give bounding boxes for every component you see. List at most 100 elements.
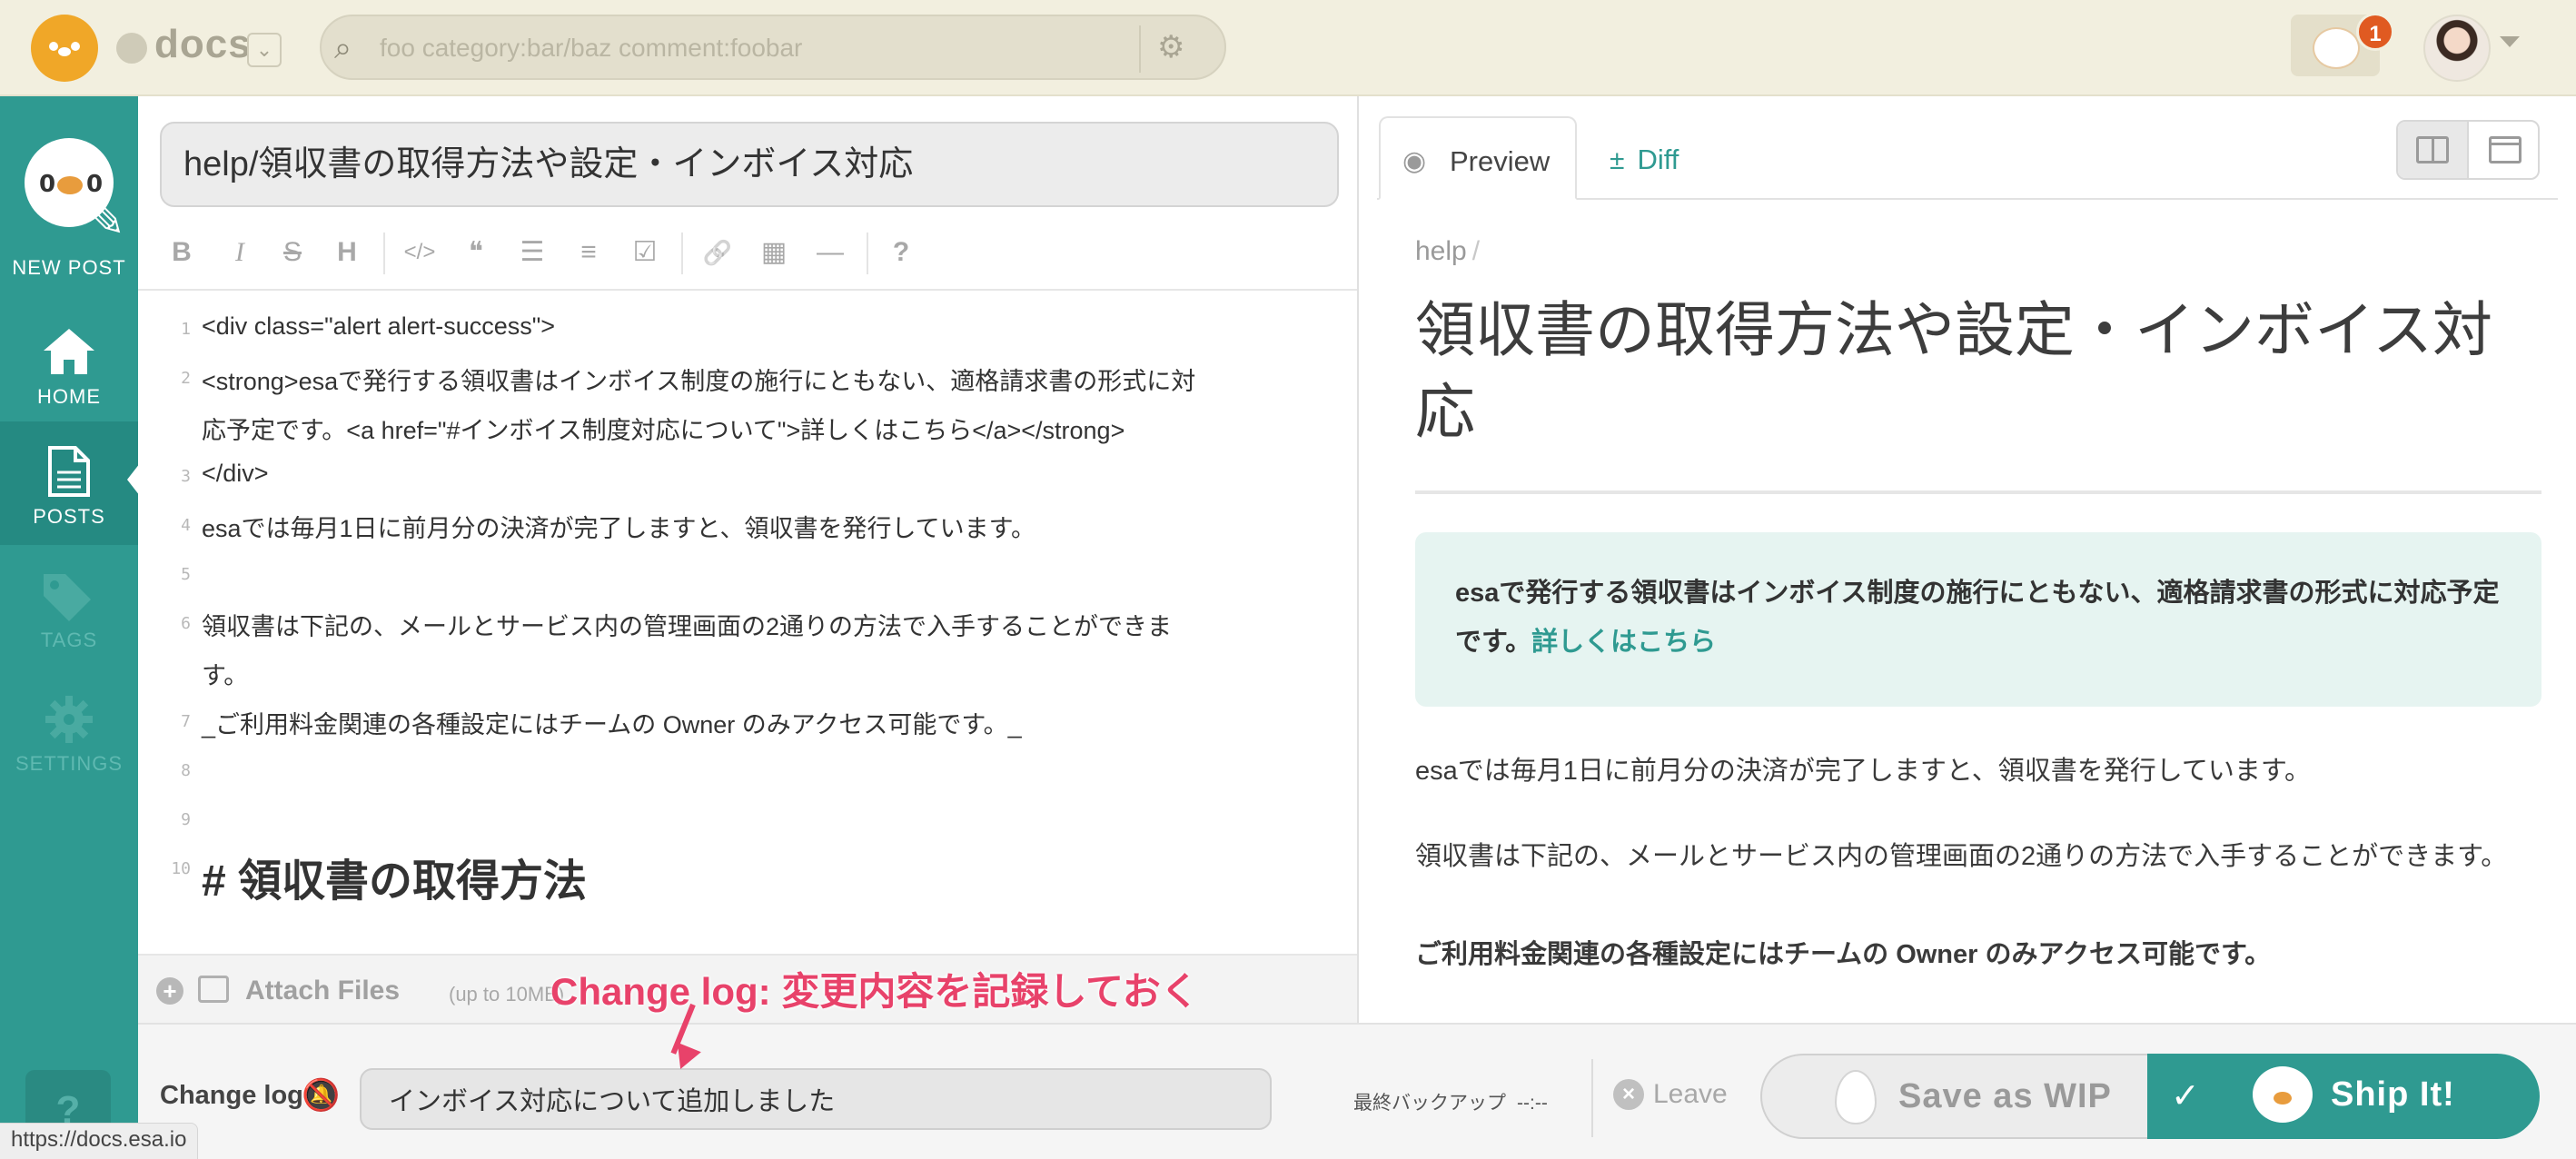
attach-files-label: Attach Files bbox=[245, 976, 401, 1005]
toolbar-divider bbox=[681, 233, 683, 274]
image-icon bbox=[198, 976, 229, 1003]
line-text: <div class="alert alert-success"> bbox=[202, 312, 556, 340]
egg-icon bbox=[1835, 1070, 1877, 1124]
sidebar-item-label: SETTINGS bbox=[15, 752, 123, 775]
line-number: 4 bbox=[181, 516, 191, 535]
paragraph: 領収書は下記の、メールとサービス内の管理画面の2通りの方法で入手することができま… bbox=[1415, 842, 2508, 871]
notification-bird-icon bbox=[2313, 27, 2360, 69]
tag-icon bbox=[44, 574, 91, 621]
plus-minus-icon: ± bbox=[1610, 145, 1625, 175]
bottom-bar: Change log 🔕 最終バックアップ --:-- × Leave Save a… bbox=[138, 1023, 2576, 1159]
sidebar-item-home[interactable]: HOME bbox=[0, 298, 138, 420]
tab-preview-label: Preview bbox=[1450, 145, 1551, 177]
search-input[interactable] bbox=[380, 25, 1125, 71]
line-number: 10 bbox=[171, 859, 191, 878]
line-number: 1 bbox=[181, 320, 191, 339]
link-button[interactable]: 🔗 bbox=[696, 231, 739, 274]
bold-button[interactable]: B bbox=[160, 231, 203, 274]
single-view-button[interactable] bbox=[2471, 122, 2538, 178]
toolbar-divider bbox=[383, 233, 385, 274]
table-button[interactable]: ▦ bbox=[752, 231, 796, 274]
ship-it-button[interactable]: ✓ Ship It! bbox=[2147, 1054, 2540, 1139]
globe-icon bbox=[116, 33, 147, 64]
search-icon: ⌕ bbox=[334, 31, 352, 65]
breadcrumb-separator: / bbox=[1471, 236, 1481, 266]
line-number: 9 bbox=[181, 810, 191, 829]
markdown-editor[interactable]: 1 <div class="alert alert-success"> 2 <s… bbox=[138, 289, 1357, 954]
breadcrumb-category[interactable]: help bbox=[1415, 236, 1467, 266]
status-bar-url: https://docs.esa.io bbox=[0, 1123, 199, 1159]
changelog-annotation: Change log: 変更内容を記録しておく bbox=[550, 970, 1199, 1013]
sidebar-item-posts[interactable]: POSTS bbox=[0, 421, 138, 545]
bullet-list-button[interactable]: ☰ bbox=[510, 231, 554, 274]
gear-icon bbox=[45, 696, 93, 743]
line-number: 5 bbox=[181, 565, 191, 584]
last-backup-status: 最終バックアップ --:-- bbox=[1353, 1088, 1548, 1115]
tab-diff[interactable]: ± Diff bbox=[1610, 144, 1679, 176]
user-menu-chevron-icon[interactable] bbox=[2500, 36, 2520, 47]
attach-size-limit: (up to 10MB) bbox=[449, 983, 565, 1005]
sidebar-item-label: NEW POST bbox=[12, 256, 126, 279]
code-button[interactable]: </> bbox=[398, 231, 441, 274]
single-view-icon bbox=[2489, 136, 2522, 163]
line-text: 領収書は下記の、メールとサービス内の管理画面の2通りの方法で入手することができま bbox=[202, 613, 1173, 640]
notification-off-icon[interactable]: 🔕 bbox=[302, 1077, 340, 1114]
tab-preview[interactable]: ◉ Preview bbox=[1379, 116, 1577, 200]
line-text: _ご利用料金関連の各種設定にはチームの Owner のみアクセス可能です。_ bbox=[202, 711, 1022, 738]
post-title-input[interactable]: help/領収書の取得方法や設定・インボイス対応 bbox=[160, 122, 1339, 207]
tab-diff-label: Diff bbox=[1637, 144, 1679, 175]
eye-icon: ◉ bbox=[1402, 146, 1427, 176]
quote-button[interactable]: ❝ bbox=[454, 231, 498, 274]
line-number: 6 bbox=[181, 614, 191, 633]
esa-logo-icon[interactable] bbox=[31, 15, 98, 82]
save-as-wip-button[interactable]: Save as WIP bbox=[1760, 1054, 2160, 1139]
leave-button[interactable]: × Leave bbox=[1613, 1079, 1728, 1121]
paragraph: esaでは毎月1日に前月分の決済が完了しますと、領収書を発行しています。 bbox=[1415, 757, 2311, 786]
page-title: 領収書の取得方法や設定・インボイス対応 bbox=[1415, 296, 2493, 445]
line-number: 8 bbox=[181, 761, 191, 780]
search-divider bbox=[1139, 25, 1141, 73]
task-list-button[interactable]: ☑ bbox=[623, 231, 667, 274]
sidebar-item-label: POSTS bbox=[33, 505, 105, 528]
line-text: esaでは毎月1日に前月分の決済が完了しますと、領収書を発行しています。 bbox=[202, 515, 1035, 542]
leave-label: Leave bbox=[1653, 1079, 1728, 1109]
line-number: 3 bbox=[181, 467, 191, 486]
horizontal-rule-button[interactable]: — bbox=[808, 231, 852, 274]
alert-details-link[interactable]: 詳しくはこちら bbox=[1531, 628, 1716, 657]
ship-it-label: Ship It! bbox=[2331, 1075, 2455, 1114]
heading-button[interactable]: H bbox=[325, 231, 369, 274]
changelog-input[interactable] bbox=[360, 1068, 1272, 1130]
line-number: 7 bbox=[181, 712, 191, 731]
sidebar: 0 0 ✎ NEW POST HOME POSTS TAGS SETTINGS … bbox=[0, 96, 140, 1159]
breadcrumb: help / bbox=[1415, 236, 1480, 267]
check-icon: ✓ bbox=[2171, 1077, 2200, 1115]
plus-icon: + bbox=[156, 977, 183, 1005]
italic-button[interactable]: I bbox=[218, 231, 262, 274]
sidebar-item-settings[interactable]: SETTINGS bbox=[0, 669, 138, 792]
strikethrough-button[interactable]: S bbox=[271, 231, 314, 274]
line-text: # 領収書の取得方法 bbox=[202, 857, 588, 906]
team-menu-chevron-icon[interactable]: ⌄ bbox=[247, 33, 282, 67]
line-text: 応予定です。<a href="#インボイス制度対応について">詳しくはこちら</… bbox=[202, 417, 1125, 444]
view-mode-toggle bbox=[2396, 120, 2540, 180]
sidebar-item-new-post[interactable]: 0 0 ✎ NEW POST bbox=[0, 96, 138, 296]
sidebar-item-label: TAGS bbox=[40, 629, 98, 651]
team-name[interactable]: docs bbox=[154, 22, 252, 67]
line-text: す。 bbox=[202, 662, 249, 689]
help-button[interactable]: ? bbox=[879, 231, 923, 274]
save-as-wip-label: Save as WIP bbox=[1898, 1077, 2112, 1115]
backup-label: 最終バックアップ bbox=[1353, 1093, 1506, 1114]
numbered-list-button[interactable]: ≡ bbox=[567, 231, 610, 274]
sidebar-item-tags[interactable]: TAGS bbox=[0, 545, 138, 669]
notification-badge: 1 bbox=[2356, 13, 2394, 51]
sidebar-item-label: HOME bbox=[37, 385, 101, 408]
line-text: <strong>esaで発行する領収書はインボイス制度の施行にともない、適格請求… bbox=[202, 368, 1196, 395]
pencil-icon: ✎ bbox=[87, 195, 125, 246]
bottom-divider bbox=[1591, 1059, 1593, 1137]
user-avatar[interactable] bbox=[2423, 15, 2491, 82]
close-icon: × bbox=[1613, 1079, 1644, 1110]
advanced-search-icon[interactable]: ⚙ bbox=[1157, 29, 1184, 65]
split-view-icon bbox=[2416, 136, 2449, 163]
split-view-button[interactable] bbox=[2398, 122, 2469, 178]
paragraph-emphasis: ご利用料金関連の各種設定にはチームの Owner のみアクセス可能です。 bbox=[1415, 940, 2272, 969]
